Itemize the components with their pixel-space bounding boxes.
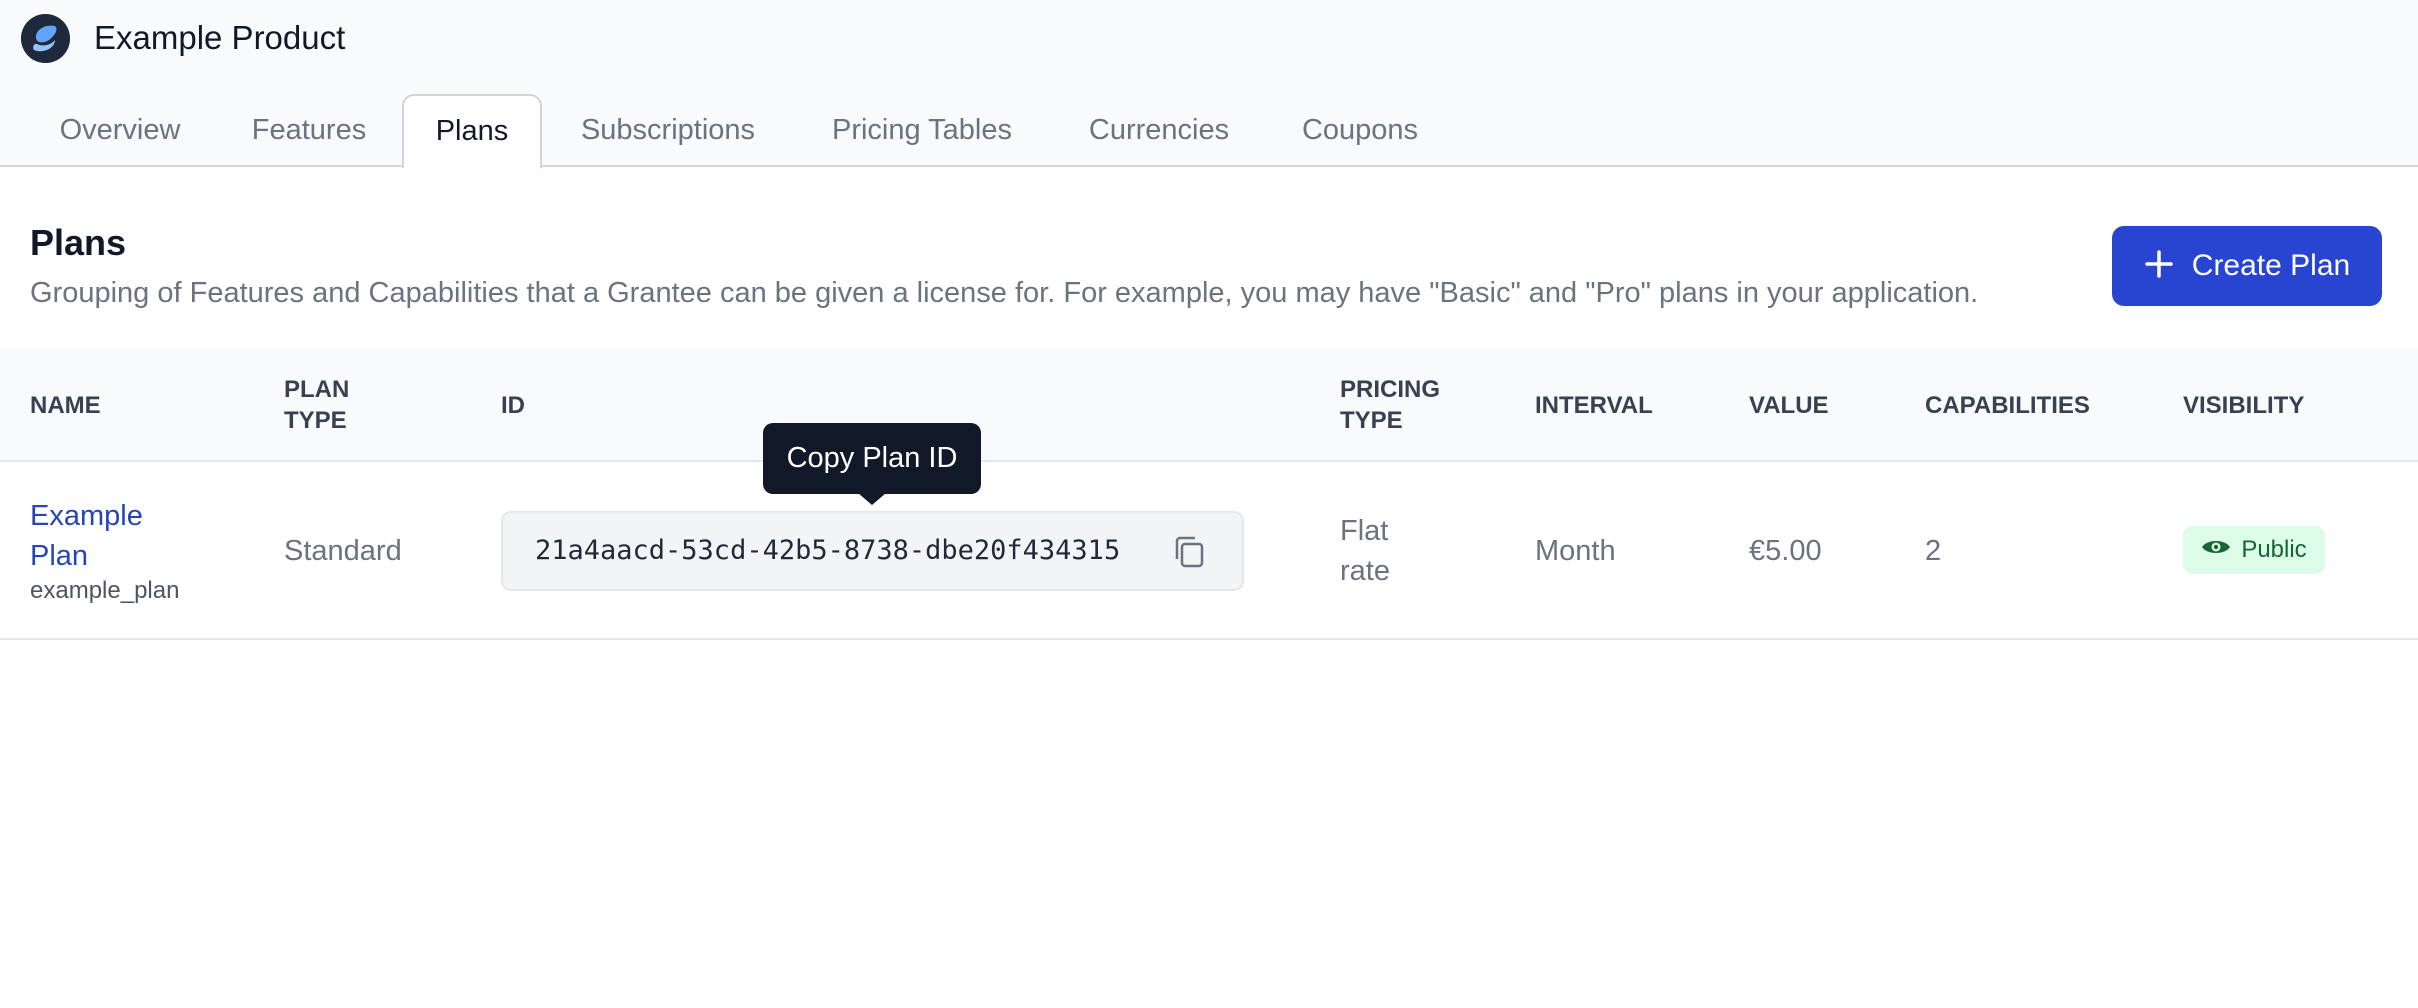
app-header: Example Product Overview Features Plans … — [0, 0, 2418, 169]
plan-id-value: 21a4aacd-53cd-42b5-8738-dbe20f434315 — [535, 535, 1121, 566]
table-header: NAME PLAN TYPE ID PRICING TYPE INTERVAL VA… — [0, 348, 2418, 462]
column-header-interval: INTERVAL — [1535, 391, 1653, 419]
tab-pricing-tables[interactable]: Pricing Tables — [814, 94, 1030, 167]
column-header-pricing-type: PRICING TYPE — [1340, 376, 1441, 434]
plus-icon — [2144, 249, 2174, 284]
copy-plan-id-tooltip: Copy Plan ID — [763, 423, 981, 494]
tab-overview[interactable]: Overview — [40, 94, 200, 167]
tooltip-arrow — [858, 493, 886, 505]
product-title: Example Product — [94, 19, 346, 56]
plan-name-link[interactable]: Example Plan — [30, 496, 179, 576]
tab-features[interactable]: Features — [232, 94, 386, 167]
plan-type-cell: Standard — [284, 535, 402, 567]
page-title: Plans — [30, 222, 127, 263]
copy-icon[interactable] — [1171, 533, 1207, 576]
create-plan-button[interactable]: Create Plan — [2112, 226, 2382, 306]
visibility-label: Public — [2241, 536, 2307, 563]
page-description: Grouping of Features and Capabilities th… — [30, 277, 1979, 309]
column-header-capabilities: CAPABILITIES — [1925, 391, 2090, 419]
column-header-visibility: VISIBILITY — [2183, 391, 2305, 419]
value-cell: €5.00 — [1749, 535, 1822, 567]
column-header-name: NAME — [30, 391, 101, 419]
pricing-type-cell: Flat rate — [1340, 515, 1390, 587]
plan-slug: example_plan — [30, 577, 180, 604]
product-logo-icon — [21, 14, 70, 63]
interval-cell: Month — [1535, 535, 1616, 567]
tab-plans[interactable]: Plans — [402, 94, 542, 169]
tab-coupons[interactable]: Coupons — [1290, 94, 1430, 167]
capabilities-cell: 2 — [1925, 535, 1942, 567]
column-header-id: ID — [501, 391, 525, 419]
table-row: Example Plan example_plan Standard 21a4a… — [0, 462, 2418, 640]
plan-id-field: 21a4aacd-53cd-42b5-8738-dbe20f434315 — [501, 511, 1244, 591]
plan-name-cell: Example Plan example_plan — [30, 462, 179, 640]
column-header-value: VALUE — [1749, 391, 1829, 419]
create-plan-label: Create Plan — [2191, 249, 2351, 282]
tab-currencies[interactable]: Currencies — [1070, 94, 1248, 167]
visibility-badge: Public — [2183, 526, 2325, 574]
eye-icon — [2201, 536, 2231, 564]
tab-subscriptions[interactable]: Subscriptions — [560, 94, 776, 167]
column-header-plan-type: PLAN TYPE — [284, 376, 350, 434]
